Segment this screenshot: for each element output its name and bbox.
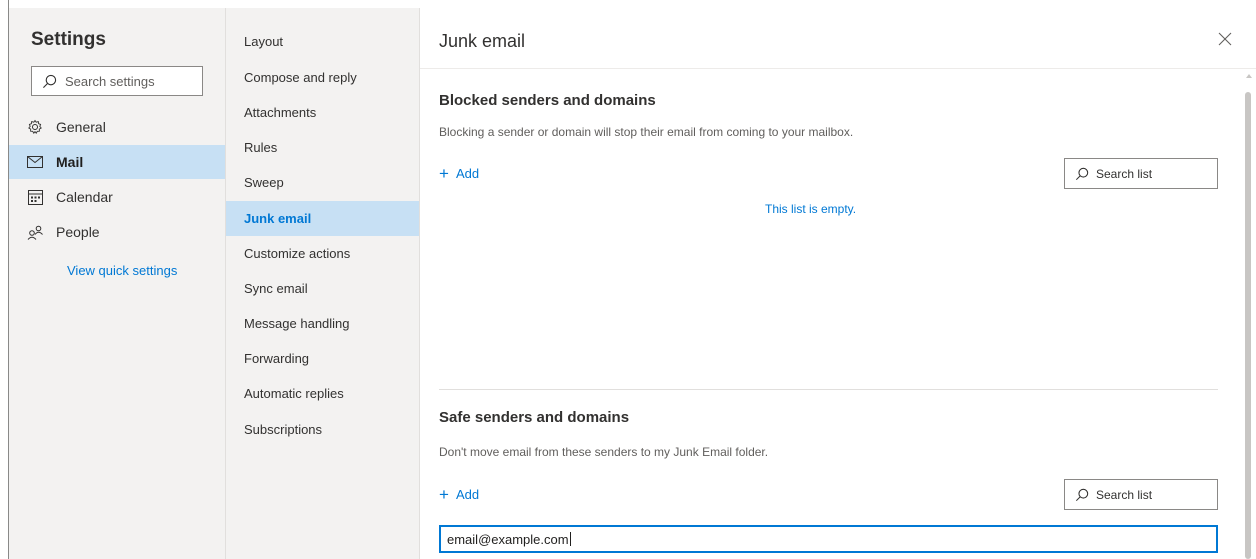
search-icon	[1075, 488, 1089, 501]
blocked-section-title: Blocked senders and domains	[439, 92, 656, 109]
nav-item-general[interactable]: General	[9, 110, 225, 144]
search-settings-input[interactable]: Search settings	[31, 66, 203, 96]
nav-item-people[interactable]: People	[9, 215, 225, 249]
plus-icon: +	[439, 164, 449, 183]
add-blocked-sender-button[interactable]: + Add	[439, 165, 479, 182]
category-label: Attachments	[244, 105, 317, 120]
category-subscriptions[interactable]: Subscriptions	[226, 412, 419, 447]
add-safe-sender-button[interactable]: + Add	[439, 486, 479, 503]
blocked-search-placeholder: Search list	[1096, 166, 1153, 181]
gear-icon	[26, 119, 44, 135]
category-label: Message handling	[244, 316, 350, 331]
category-junk-email[interactable]: Junk email	[226, 201, 419, 236]
section-divider	[439, 389, 1218, 390]
category-layout[interactable]: Layout	[226, 24, 419, 59]
plus-icon: +	[439, 485, 449, 504]
add-label: Add	[455, 166, 480, 181]
safe-section-title: Safe senders and domains	[439, 409, 630, 426]
category-automatic-replies[interactable]: Automatic replies	[226, 376, 419, 411]
calendar-icon	[26, 189, 44, 205]
text-caret	[569, 532, 571, 546]
category-attachments[interactable]: Attachments	[226, 95, 419, 130]
nav-item-calendar[interactable]: Calendar	[9, 180, 225, 214]
safe-sender-email-input[interactable]: email@example.com	[439, 525, 1218, 553]
scrollbar-thumb[interactable]	[1245, 92, 1251, 559]
close-icon	[1218, 32, 1232, 46]
category-label: Forwarding	[244, 351, 310, 366]
category-label: Sync email	[244, 281, 308, 296]
category-label: Junk email	[244, 211, 312, 226]
category-label: Subscriptions	[244, 422, 323, 437]
category-label: Customize actions	[244, 246, 351, 261]
category-label: Rules	[244, 140, 278, 155]
view-quick-settings-link[interactable]: View quick settings	[67, 263, 177, 278]
junk-email-panel: Junk email Blocked senders and domains B…	[420, 8, 1256, 559]
people-icon	[26, 225, 44, 240]
settings-nav-pane: Settings Search settings General Mail Ca…	[9, 8, 226, 559]
panel-scrollbar[interactable]	[1242, 72, 1256, 559]
add-label: Add	[455, 487, 480, 502]
category-sweep[interactable]: Sweep	[226, 165, 419, 200]
safe-search-input[interactable]: Search list	[1064, 479, 1218, 510]
panel-title: Junk email	[439, 31, 526, 51]
category-label: Compose and reply	[244, 70, 357, 85]
search-icon	[43, 74, 57, 88]
category-customize-actions[interactable]: Customize actions	[226, 236, 419, 271]
search-icon	[1075, 167, 1089, 180]
nav-label-people: People	[56, 224, 100, 240]
category-label: Sweep	[244, 175, 284, 190]
safe-section-description: Don't move email from these senders to m…	[439, 445, 769, 459]
category-forwarding[interactable]: Forwarding	[226, 341, 419, 376]
blocked-section-description: Blocking a sender or domain will stop th…	[439, 125, 854, 139]
search-settings-placeholder: Search settings	[65, 73, 155, 89]
header-divider	[420, 68, 1256, 69]
nav-item-mail[interactable]: Mail	[9, 145, 225, 179]
email-input-value: email@example.com	[447, 531, 569, 547]
mail-icon	[26, 156, 44, 168]
blocked-search-input[interactable]: Search list	[1064, 158, 1218, 189]
close-button[interactable]	[1216, 30, 1234, 48]
category-sync-email[interactable]: Sync email	[226, 271, 419, 306]
safe-search-placeholder: Search list	[1096, 487, 1153, 502]
nav-label-calendar: Calendar	[56, 189, 113, 205]
window-top-strip	[0, 0, 1256, 8]
category-compose-and-reply[interactable]: Compose and reply	[226, 60, 419, 95]
scroll-up-arrow-icon[interactable]	[1246, 74, 1252, 78]
category-label: Automatic replies	[244, 386, 344, 401]
category-label: Layout	[244, 34, 284, 49]
nav-label-general: General	[56, 119, 106, 135]
category-rules[interactable]: Rules	[226, 130, 419, 165]
mail-categories-pane: Layout Compose and reply Attachments Rul…	[226, 8, 420, 559]
category-message-handling[interactable]: Message handling	[226, 306, 419, 341]
empty-list-message: This list is empty.	[765, 202, 857, 216]
nav-label-mail: Mail	[56, 154, 84, 170]
settings-title: Settings	[31, 29, 106, 50]
